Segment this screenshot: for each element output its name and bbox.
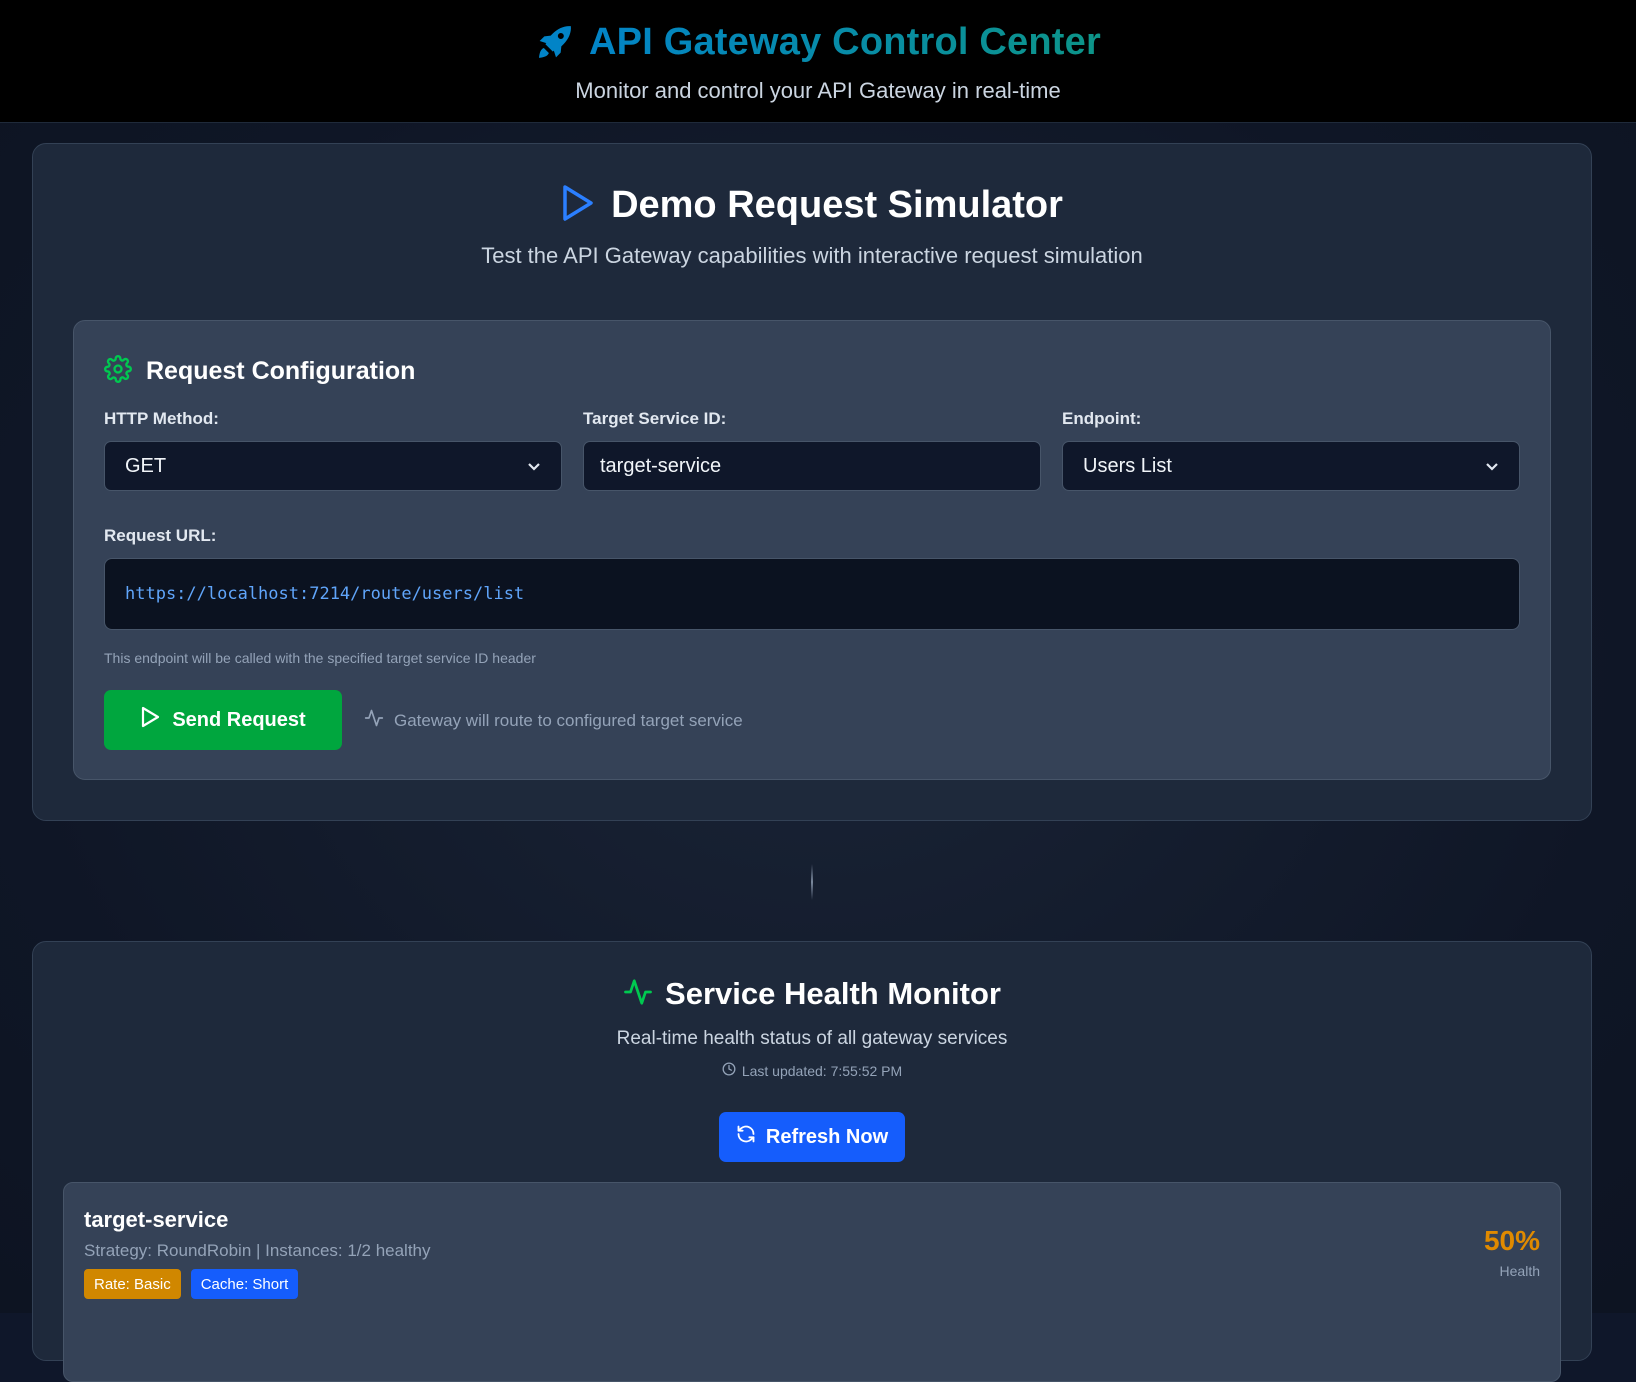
last-updated-text: Last updated: 7:55:52 PM: [741, 1062, 903, 1079]
http-method-label: HTTP Method:: [104, 409, 219, 428]
chevron-down-icon: [1485, 455, 1499, 478]
endpoint-select[interactable]: Users List: [1062, 441, 1520, 491]
refresh-icon: [736, 1124, 756, 1150]
send-request-label: Send Request: [172, 708, 306, 731]
route-note-text: Gateway will route to configured target …: [394, 710, 743, 730]
request-url-label: Request URL:: [104, 526, 217, 545]
endpoint-label: Endpoint:: [1062, 409, 1142, 428]
target-service-id-label: Target Service ID:: [583, 409, 727, 428]
http-method-value: GET: [125, 454, 167, 477]
activity-icon: [623, 977, 653, 1012]
request-url-hint: This endpoint will be called with the sp…: [104, 650, 536, 666]
app-title: API Gateway Control Center: [589, 20, 1101, 63]
chevron-down-icon: [527, 455, 541, 478]
refresh-now-label: Refresh Now: [765, 1125, 889, 1148]
target-service-id-input[interactable]: target-service: [583, 441, 1041, 491]
refresh-now-button[interactable]: Refresh Now: [719, 1112, 905, 1162]
route-note: Gateway will route to configured target …: [364, 708, 743, 733]
section-divider: [811, 864, 813, 900]
request-url-value: https://localhost:7214/route/users/list: [125, 584, 525, 604]
health-title-row: Service Health Monitor: [33, 976, 1591, 1012]
rocket-icon: [535, 22, 575, 62]
service-badges: Rate: Basic Cache: Short: [84, 1269, 299, 1299]
last-updated: Last updated: 7:55:52 PM: [33, 1062, 1591, 1079]
http-method-select[interactable]: GET: [104, 441, 562, 491]
service-health-item[interactable]: target-service Strategy: RoundRobin | In…: [63, 1182, 1561, 1382]
activity-icon: [364, 708, 384, 733]
simulator-subtitle: Test the API Gateway capabilities with i…: [481, 243, 1143, 268]
clock-icon: [722, 1062, 736, 1079]
service-meta: Strategy: RoundRobin | Instances: 1/2 he…: [84, 1241, 431, 1260]
request-configuration-panel: Request Configuration HTTP Method: GET T…: [73, 320, 1551, 780]
demo-request-simulator-card: Demo Request Simulator Test the API Gate…: [32, 143, 1592, 821]
config-header: Request Configuration: [104, 355, 415, 388]
rate-badge: Rate: Basic: [84, 1269, 181, 1299]
app-header: API Gateway Control Center Monitor and c…: [0, 0, 1636, 123]
service-health-monitor-card: Service Health Monitor Real-time health …: [32, 941, 1592, 1382]
service-health-label: Health: [1499, 1263, 1540, 1279]
target-service-id-value: target-service: [600, 454, 722, 477]
request-url-display[interactable]: https://localhost:7214/route/users/list: [104, 558, 1520, 630]
send-request-button[interactable]: Send Request: [104, 690, 342, 750]
simulator-title-row: Demo Request Simulator: [33, 184, 1591, 227]
cache-badge: Cache: Short: [190, 1269, 299, 1299]
endpoint-value: Users List: [1083, 454, 1172, 477]
play-icon: [561, 184, 595, 227]
app-title-row: API Gateway Control Center: [0, 18, 1636, 66]
health-subtitle: Real-time health status of all gateway s…: [616, 1028, 1008, 1049]
config-title: Request Configuration: [146, 357, 416, 385]
service-health-value: 50%: [1483, 1225, 1540, 1256]
health-title: Service Health Monitor: [665, 976, 1001, 1011]
service-name: target-service: [84, 1207, 229, 1232]
play-icon: [140, 706, 160, 734]
app-subtitle: Monitor and control your API Gateway in …: [575, 78, 1061, 103]
simulator-title: Demo Request Simulator: [611, 184, 1063, 226]
gear-icon: [104, 355, 132, 388]
